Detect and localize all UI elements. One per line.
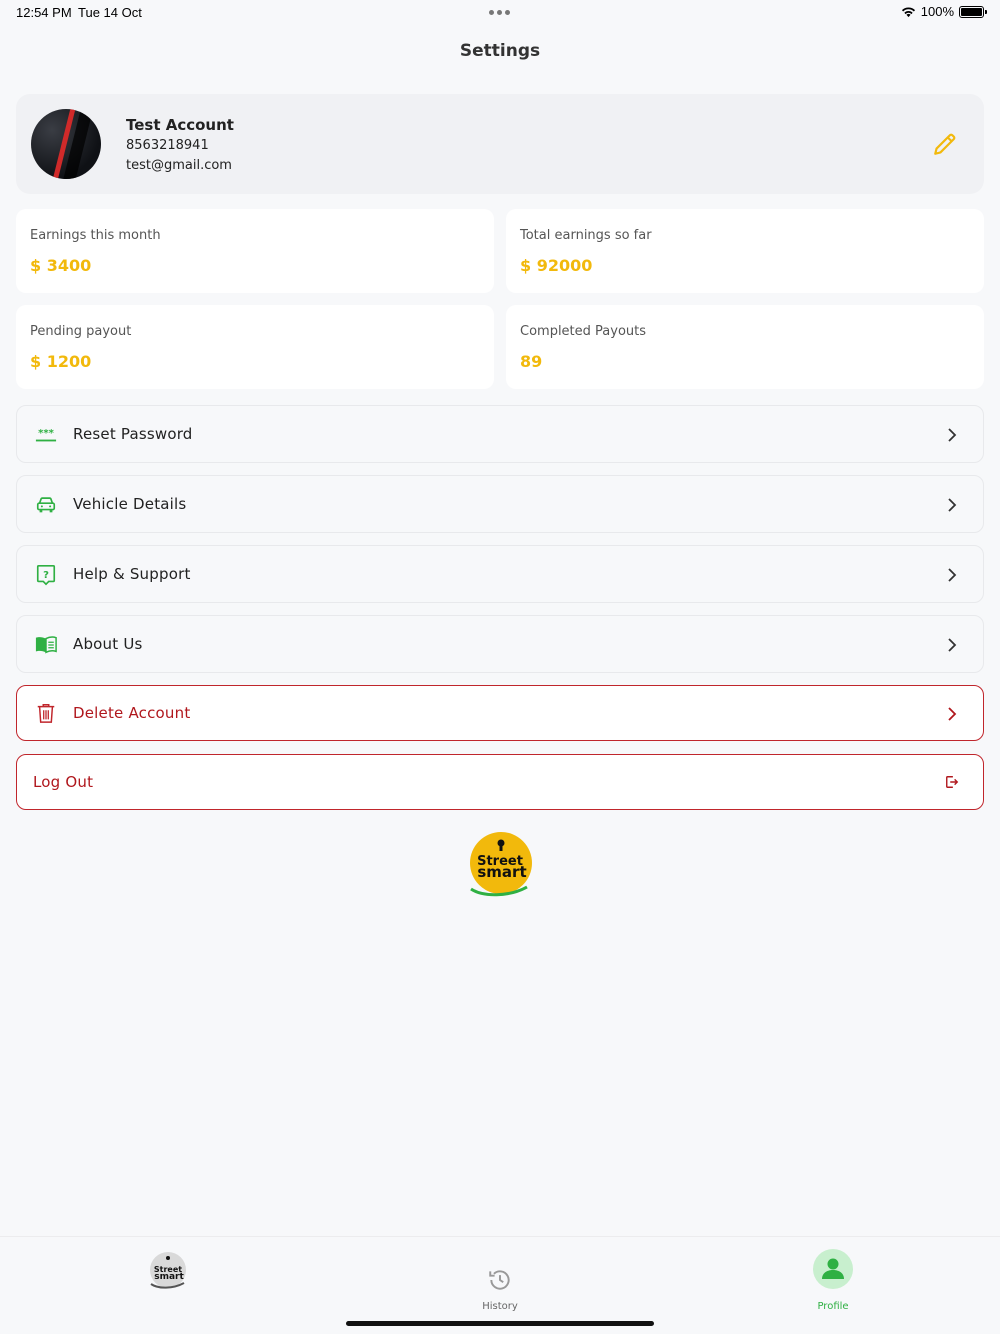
stat-card-completed-payouts: Completed Payouts 89 — [506, 305, 984, 389]
tab-history[interactable]: History — [460, 1249, 540, 1312]
stat-label: Completed Payouts — [520, 324, 647, 339]
svg-text:***: *** — [38, 428, 55, 439]
page-title: Settings — [459, 41, 541, 61]
tab-label: Profile — [817, 1301, 849, 1312]
stat-label: Earnings this month — [30, 228, 161, 243]
tab-home[interactable]: Street smart — [128, 1249, 208, 1309]
edit-pencil-icon[interactable] — [932, 131, 958, 157]
profile-icon — [813, 1249, 853, 1289]
svg-text:smart: smart — [154, 1272, 184, 1282]
street-smart-logo: Street smart — [470, 832, 532, 897]
profile-card: Test Account 8563218941 test@gmail.com — [16, 94, 984, 194]
tab-profile[interactable]: Profile — [793, 1249, 873, 1312]
stat-card-pending-payout: Pending payout $ 1200 — [16, 305, 494, 389]
menu-item-delete-account[interactable]: Delete Account — [16, 685, 984, 741]
menu-item-reset-password[interactable]: *** Reset Password — [16, 405, 984, 463]
home-indicator — [346, 1321, 654, 1326]
menu-item-vehicle-details[interactable]: Vehicle Details — [16, 475, 984, 533]
stat-value: 89 — [520, 352, 543, 371]
history-icon — [489, 1270, 510, 1290]
tab-bar: Street smart History Profile — [0, 1236, 1000, 1334]
status-bar: 12:54 PM Tue 14 Oct 100% — [0, 0, 1000, 24]
profile-name: Test Account — [126, 116, 234, 134]
menu-item-label: Log Out — [33, 773, 94, 791]
menu-item-label: Reset Password — [73, 425, 193, 443]
menu-item-about-us[interactable]: About Us — [16, 615, 984, 673]
menu-item-help-support[interactable]: ? Help & Support — [16, 545, 984, 603]
stat-label: Total earnings so far — [520, 228, 652, 243]
stat-value: $ 3400 — [30, 256, 92, 275]
password-icon: *** — [35, 428, 57, 442]
logout-button[interactable]: Log Out — [16, 754, 984, 810]
stat-card-total-earnings: Total earnings so far $ 92000 — [506, 209, 984, 293]
stat-label: Pending payout — [30, 324, 132, 339]
status-date: Tue 14 Oct — [78, 5, 142, 20]
menu-item-label: Delete Account — [73, 704, 191, 722]
car-icon — [36, 497, 56, 513]
status-time: 12:54 PM — [16, 5, 72, 20]
street-smart-logo-icon: Street smart — [150, 1252, 186, 1289]
stat-card-earnings-month: Earnings this month $ 3400 — [16, 209, 494, 293]
status-indicators: 100% — [901, 4, 987, 19]
avatar — [31, 109, 101, 179]
logout-icon — [946, 776, 959, 788]
stat-value: $ 92000 — [520, 256, 593, 275]
stat-value: $ 1200 — [30, 352, 92, 371]
chevron-right-icon — [948, 498, 957, 512]
chevron-right-icon — [948, 707, 957, 721]
profile-email: test@gmail.com — [126, 158, 232, 173]
menu-item-label: Vehicle Details — [73, 495, 187, 513]
chevron-right-icon — [948, 568, 957, 582]
book-icon — [35, 636, 57, 654]
battery-icon — [959, 5, 987, 18]
tab-label: History — [482, 1301, 518, 1312]
menu-item-label: Help & Support — [73, 565, 191, 583]
profile-phone: 8563218941 — [126, 138, 209, 153]
menu-item-label: About Us — [73, 635, 143, 653]
help-icon: ? — [36, 565, 56, 586]
chevron-right-icon — [948, 428, 957, 442]
chevron-right-icon — [948, 638, 957, 652]
trash-icon — [37, 704, 55, 723]
svg-text:?: ? — [43, 570, 49, 581]
battery-percent: 100% — [920, 4, 954, 19]
svg-text:smart: smart — [477, 863, 526, 881]
wifi-icon — [901, 6, 915, 17]
multitasking-dots-icon[interactable] — [489, 10, 510, 15]
